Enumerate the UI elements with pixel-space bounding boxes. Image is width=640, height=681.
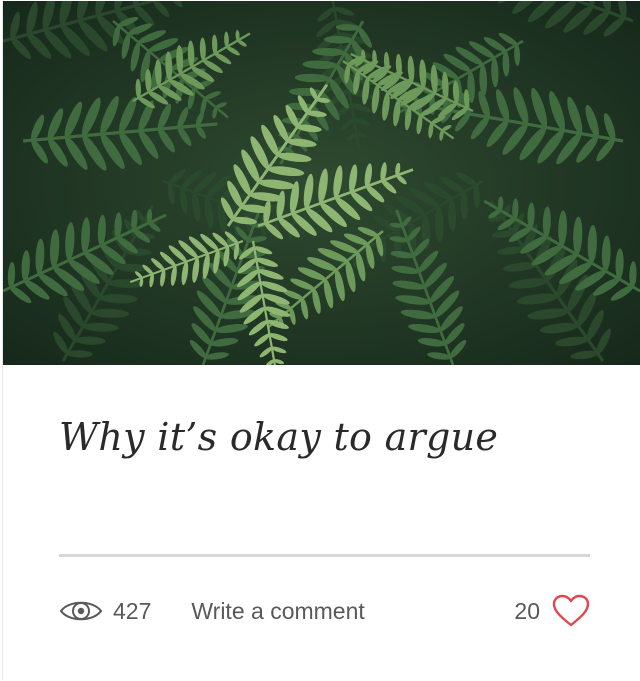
post-card[interactable]: Why it’s okay to argue 427 Write a comme… bbox=[2, 1, 640, 680]
views-count: 427 bbox=[113, 597, 152, 624]
heart-icon[interactable] bbox=[552, 594, 590, 628]
post-cover-image[interactable] bbox=[3, 1, 640, 365]
fern-image bbox=[3, 1, 640, 365]
post-title[interactable]: Why it’s okay to argue bbox=[59, 415, 498, 459]
post-footer: 427 Write a comment 20 bbox=[59, 591, 590, 631]
eye-icon bbox=[59, 597, 103, 625]
divider bbox=[59, 554, 590, 557]
likes-count: 20 bbox=[514, 597, 540, 624]
likes: 20 bbox=[514, 594, 590, 628]
write-comment-link[interactable]: Write a comment bbox=[191, 598, 364, 625]
